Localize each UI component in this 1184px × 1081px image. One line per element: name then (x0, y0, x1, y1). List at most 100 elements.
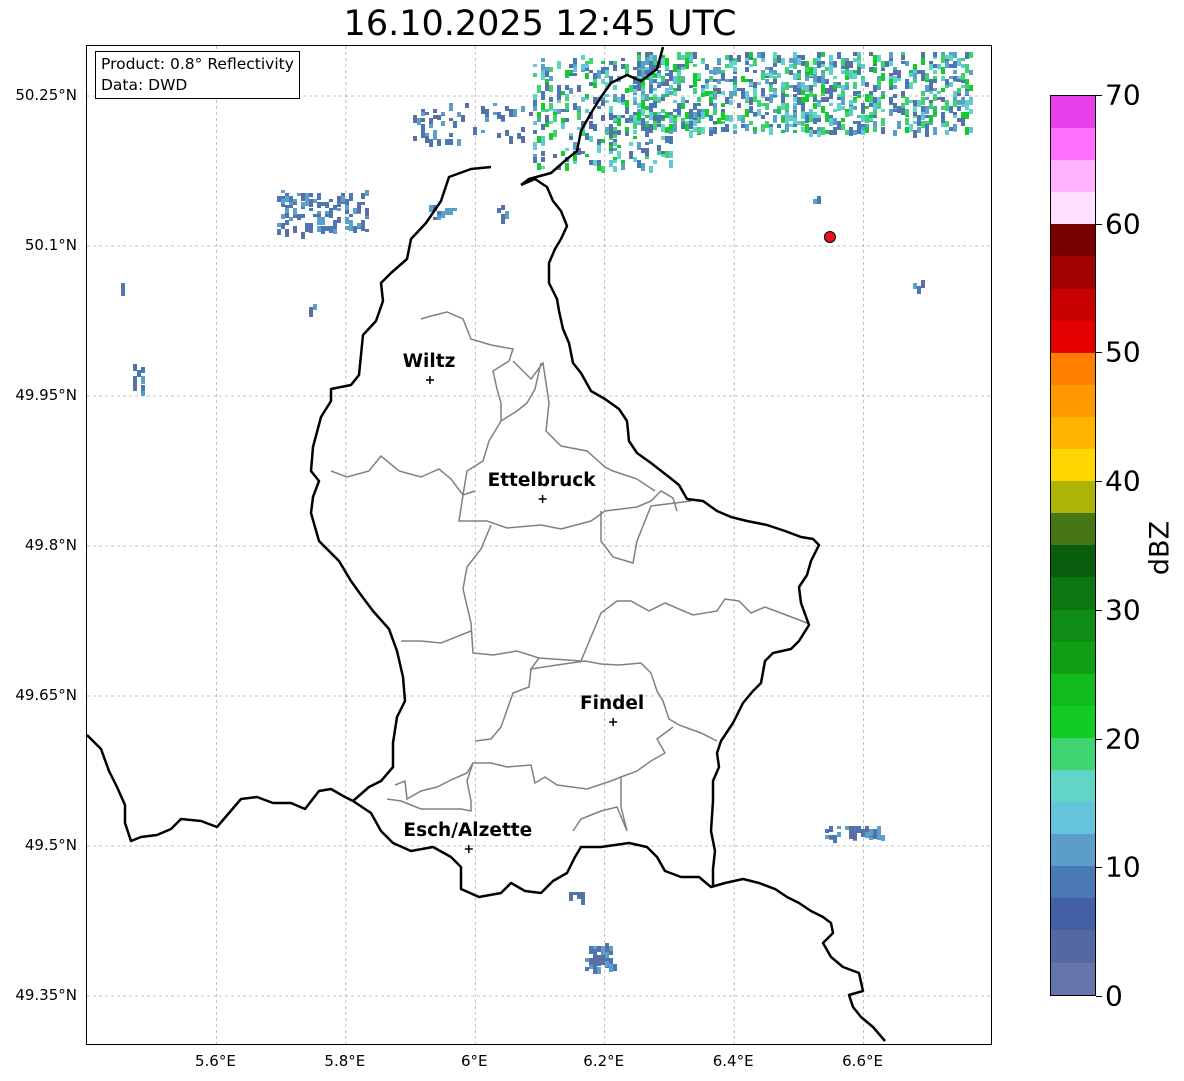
echo-pixel (809, 130, 813, 137)
colorbar-tick-label: 70 (1105, 78, 1141, 112)
echo-pixel (561, 118, 565, 122)
echo-pixel (713, 91, 717, 94)
echo-pixel (685, 58, 689, 64)
echo-pixel (853, 832, 857, 838)
echo-pixel (797, 82, 801, 88)
echo-pixel (813, 103, 817, 109)
radar-site-dot (823, 231, 836, 243)
echo-pixel (769, 70, 773, 73)
echo-pixel (641, 61, 645, 69)
echo-pixel (585, 73, 589, 79)
echo-pixel (313, 214, 317, 217)
echo-pixel (517, 133, 521, 139)
echo-pixel (449, 139, 453, 145)
echo-pixel (945, 103, 949, 111)
echo-pixel (773, 52, 777, 59)
echo-pixel (669, 115, 673, 123)
echo-pixel (133, 376, 137, 382)
echo-pixel (641, 85, 645, 89)
echo-pixel (765, 73, 769, 76)
echo-pixel (637, 160, 641, 168)
echo-pixel (889, 79, 893, 86)
map-canvas[interactable] (87, 46, 992, 1045)
echo-pixel (965, 100, 969, 108)
echo-pixel (321, 217, 325, 225)
echo-pixel (677, 73, 681, 76)
echo-pixel (617, 151, 621, 159)
product-text: Product: 0.8° Reflectivity (101, 55, 294, 73)
echo-pixel (701, 127, 705, 134)
echo-pixel (925, 97, 929, 100)
echo-pixel (133, 382, 137, 387)
echo-pixel (865, 106, 869, 109)
echo-pixel (805, 124, 809, 127)
echo-pixel (589, 946, 593, 952)
echo-pixel (569, 88, 573, 94)
echo-pixel (853, 121, 857, 124)
echo-pixel (853, 106, 857, 109)
echo-pixel (349, 214, 353, 217)
echo-pixel (645, 142, 649, 145)
echo-pixel (601, 958, 605, 961)
echo-pixel (833, 61, 837, 67)
echo-pixel (841, 124, 845, 130)
echo-pixel (781, 58, 785, 65)
echo-pixel (573, 73, 577, 76)
echo-pixel (797, 58, 801, 65)
echo-pixel (553, 109, 557, 112)
echo-pixel (805, 61, 809, 67)
echo-pixel (761, 52, 765, 58)
echo-pixel (777, 124, 781, 128)
echo-pixel (873, 832, 877, 837)
echo-pixel (301, 232, 305, 239)
echo-pixel (921, 97, 925, 105)
echo-pixel (845, 61, 849, 69)
echo-pixel (365, 190, 369, 196)
echo-pixel (429, 118, 433, 124)
echo-pixel (757, 82, 761, 85)
echo-pixel (729, 79, 733, 82)
echo-pixel (569, 70, 573, 73)
echo-pixel (693, 103, 697, 108)
echo-pixel (713, 79, 717, 82)
echo-pixel (561, 151, 565, 156)
echo-pixel (309, 193, 313, 197)
echo-pixel (853, 130, 857, 135)
echo-pixel (497, 208, 501, 213)
echo-pixel (285, 208, 289, 213)
colorbar-segment (1051, 769, 1095, 803)
echo-pixel (745, 61, 749, 65)
echo-pixel (773, 58, 777, 63)
echo-pixel (365, 229, 369, 232)
echo-pixel (837, 82, 841, 85)
echo-pixel (569, 73, 573, 76)
echo-pixel (805, 76, 809, 81)
echo-pixel (841, 70, 845, 74)
echo-pixel (681, 124, 685, 128)
echo-pixel (773, 109, 777, 113)
echo-pixel (869, 94, 873, 102)
echo-pixel (549, 97, 553, 102)
echo-pixel (793, 124, 797, 127)
echo-pixel (573, 67, 577, 72)
echo-pixel (541, 157, 545, 162)
echo-pixel (121, 292, 125, 296)
echo-pixel (501, 214, 505, 221)
echo-pixel (889, 61, 893, 66)
echo-pixel (541, 94, 545, 100)
echo-pixel (541, 103, 545, 110)
echo-pixel (589, 136, 593, 142)
lon-tick-label: 5.8°E (324, 1052, 366, 1070)
echo-pixel (865, 127, 869, 133)
echo-pixel (737, 115, 741, 121)
echo-pixel (641, 166, 645, 170)
echo-pixel (677, 64, 681, 69)
echo-pixel (921, 280, 925, 288)
echo-pixel (609, 130, 613, 138)
echo-pixel (953, 61, 957, 68)
echo-pixel (769, 67, 773, 70)
echo-pixel (673, 100, 677, 103)
echo-pixel (681, 97, 685, 103)
echo-pixel (725, 79, 729, 82)
echo-pixel (533, 94, 537, 100)
